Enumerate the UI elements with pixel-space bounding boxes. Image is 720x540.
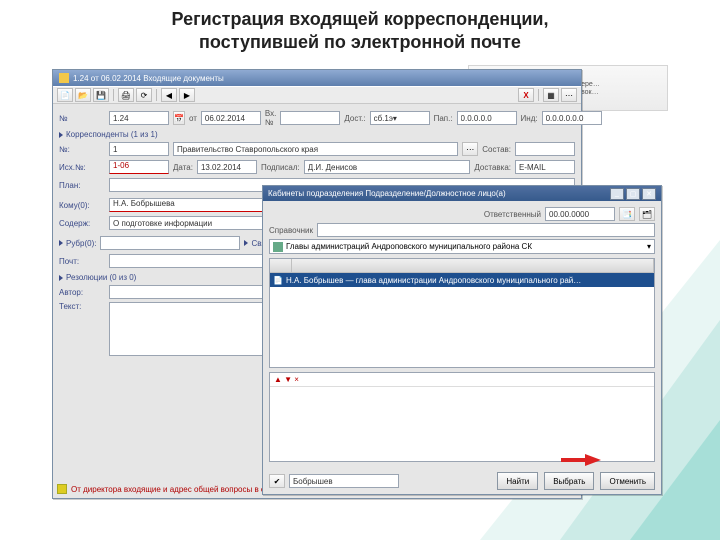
list-header [270,259,654,273]
corr-code-input[interactable] [109,142,169,156]
cancel-button[interactable]: Отменить [600,472,655,490]
tb-refresh[interactable]: ⟳ [136,88,152,102]
bottom-pane-header[interactable]: ▲ ▼ × [270,373,654,387]
arrow-annotation [585,454,601,466]
vhno-input[interactable] [280,111,340,125]
minimize-icon[interactable]: _ [610,188,624,200]
dostavka-input[interactable] [515,160,575,174]
tb-delete[interactable]: X [518,88,534,102]
maximize-icon[interactable]: ▢ [626,188,640,200]
doc-icon: 📄 [273,276,283,285]
search-toggle[interactable]: ✔ [269,474,285,488]
warn-icon [57,484,67,494]
sostav-input[interactable] [515,142,575,156]
modal-tool2[interactable]: 🗂 [639,207,655,221]
corr-name-input[interactable] [173,142,458,156]
calendar-icon[interactable]: 📅 [173,111,185,125]
correspondents-section[interactable]: Корреспонденты (1 из 1) [59,130,575,139]
date-input[interactable] [201,111,261,125]
tb-prev[interactable]: ◀ [161,88,177,102]
tb-open[interactable]: 📂 [75,88,91,102]
ind-input[interactable] [542,111,602,125]
tb-new[interactable]: 📄 [57,88,73,102]
list-pane[interactable]: 📄 Н.А. Бобрышев — глава администрации Ан… [269,258,655,368]
num-input[interactable] [109,111,169,125]
main-window-titlebar[interactable]: 1.24 от 06.02.2014 Входящие документы [53,70,581,86]
tb-next[interactable]: ▶ [179,88,195,102]
sprav-input[interactable] [317,223,655,237]
pochta-input[interactable] [109,254,269,268]
num-label: № [59,114,105,123]
tb-extra2[interactable]: ⋯ [561,88,577,102]
slide-title: Регистрация входящей корреспонденции, по… [0,0,720,53]
modal-title-text: Кабинеты подразделения Подразделение/Дол… [268,189,506,198]
rubriki-section[interactable]: Рубр(0): [59,239,96,248]
tb-extra1[interactable]: ▦ [543,88,559,102]
select-button[interactable]: Выбрать [544,472,594,490]
app-icon [59,73,69,83]
podpisal-input[interactable] [304,160,471,174]
rubriki-input[interactable] [100,236,240,250]
modal-window: Кабинеты подразделения Подразделение/Дол… [262,185,662,495]
main-toolbar: 📄 📂 💾 🖨 ⟳ ◀ ▶ X ▦ ⋯ [53,86,581,104]
chevron-right-icon [59,132,63,138]
code-input[interactable] [545,207,615,221]
main-window-title: 1.24 от 06.02.2014 Входящие документы [73,74,224,83]
bottom-pane: ▲ ▼ × [269,372,655,462]
list-item[interactable]: 📄 Н.А. Бобрышев — глава администрации Ан… [270,273,654,287]
avtor-input[interactable] [109,285,269,299]
modal-tool1[interactable]: 📑 [619,207,635,221]
tb-save[interactable]: 💾 [93,88,109,102]
close-icon[interactable]: ✕ [642,188,656,200]
isxno-input[interactable]: 1-06 [109,160,169,174]
tb-print[interactable]: 🖨 [118,88,134,102]
find-button[interactable]: Найти [497,472,538,490]
corr-date-input[interactable] [197,160,257,174]
dost-input[interactable] [370,111,430,125]
modal-titlebar[interactable]: Кабинеты подразделения Подразделение/Дол… [263,186,661,201]
lookup-icon[interactable]: ⋯ [462,142,478,156]
pap-input[interactable] [457,111,517,125]
filter-select[interactable]: Главы администраций Андроповского муници… [269,239,655,254]
folder-icon [273,242,283,252]
search-input[interactable] [289,474,399,488]
